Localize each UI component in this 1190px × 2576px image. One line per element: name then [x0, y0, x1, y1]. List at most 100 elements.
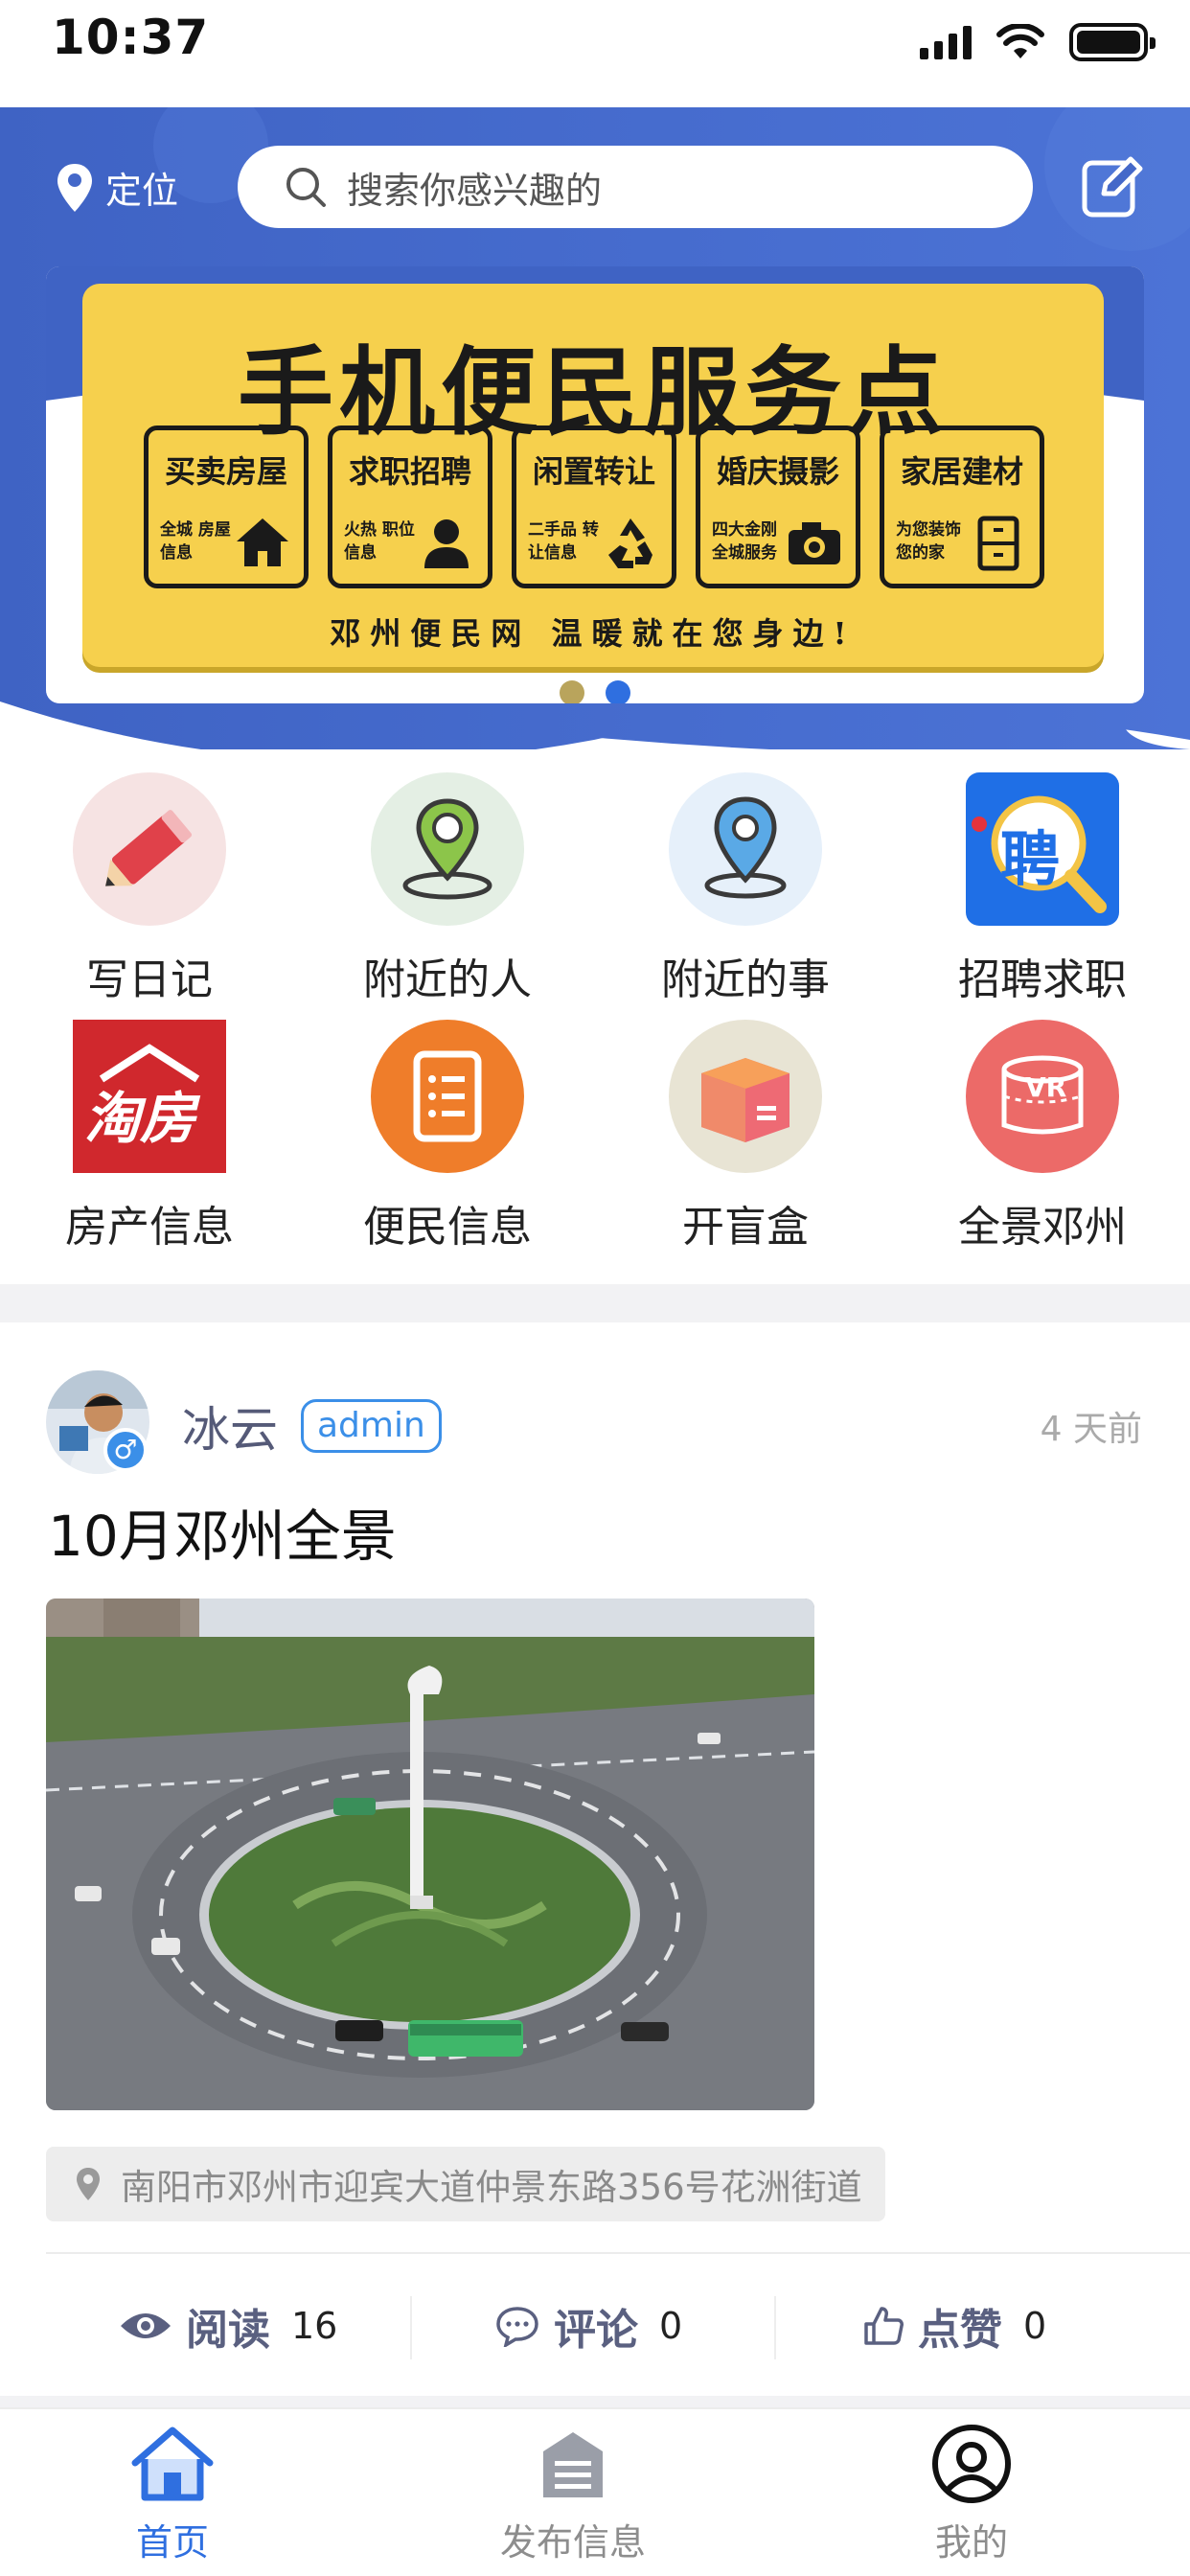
menu-item-vr-tour[interactable]: VR 全景邓州	[918, 1020, 1167, 1259]
recruit-icon-text: 聘	[1000, 824, 1061, 894]
cabinet-icon	[977, 516, 1019, 571]
recycle-icon	[608, 518, 652, 568]
post-stats: 阅读 16 评论 0 点赞 0	[0, 2273, 1190, 2379]
nearby-people-icon	[371, 772, 524, 926]
list-icon	[371, 1020, 524, 1173]
menu-label: 招聘求职	[958, 955, 1127, 1004]
banner-tile-decor: 家居建材 为您装饰 您的家	[880, 426, 1044, 588]
vr-icon-text: VR	[1025, 1071, 1067, 1103]
post-divider	[46, 2252, 1190, 2254]
banner-tile-photo: 婚庆摄影 四大金刚 全城服务	[696, 426, 860, 588]
section-divider	[0, 2396, 1190, 2407]
carousel-indicator	[560, 680, 630, 703]
tile-title: 求职招聘	[348, 453, 471, 490]
location-button[interactable]: 定位	[56, 161, 178, 214]
post-location[interactable]: 南阳市邓州市迎宾大道仲景东路356号花洲街道	[46, 2147, 885, 2221]
comment-count: 0	[659, 2305, 683, 2347]
section-divider	[0, 1284, 1190, 1322]
nearby-pin-icon	[669, 772, 822, 926]
read-count: 16	[291, 2305, 338, 2347]
real-estate-icon-text: 淘房	[84, 1086, 196, 1151]
house-icon	[237, 518, 288, 566]
tile-sub: 火热 职位信息	[344, 520, 415, 563]
publish-icon	[543, 2432, 603, 2497]
comment-label: 评论	[554, 2306, 638, 2355]
role-badge: admin	[301, 1399, 442, 1453]
quick-menu-grid: 写日记 附近的人 附近的事 聘 招聘求职 淘房 房产信息 便民信息 开盲盒 VR…	[0, 767, 1190, 1284]
menu-label: 房产信息	[65, 1203, 234, 1252]
carousel-dot[interactable]	[560, 680, 584, 703]
hero-header: 定位 搜索你感兴趣的 手机便民服务点 买卖房屋 全城 房屋信息 求职招聘 火热 …	[0, 107, 1190, 749]
edit-icon[interactable]	[1081, 155, 1144, 218]
tile-sub: 全城 房屋信息	[160, 520, 231, 563]
banner-tile-job: 求职招聘 火热 职位信息	[328, 426, 492, 588]
menu-item-nearby-people[interactable]: 附近的人	[323, 772, 572, 1012]
tab-profile[interactable]: 我的	[847, 2423, 1096, 2566]
thumbs-up-icon	[864, 2307, 904, 2345]
search-icon	[286, 168, 326, 207]
menu-item-nearby-events[interactable]: 附近的事	[621, 772, 870, 1012]
menu-label: 便民信息	[363, 1203, 532, 1252]
post-time: 4 天前	[1040, 1410, 1142, 1449]
menu-item-recruit[interactable]: 聘 招聘求职	[918, 772, 1167, 1012]
tab-label: 我的	[934, 2521, 1008, 2564]
banner-tile-secondhand: 闲置转让 二手品 转让信息	[512, 426, 676, 588]
menu-label: 附近的人	[363, 955, 532, 1004]
comment-button[interactable]: 评论 0	[494, 2273, 682, 2379]
promo-banner[interactable]: 手机便民服务点 买卖房屋 全城 房屋信息 求职招聘 火热 职位信息 闲置转让 二…	[46, 266, 1144, 703]
home-icon	[131, 2426, 214, 2501]
banner-card: 手机便民服务点 买卖房屋 全城 房屋信息 求职招聘 火热 职位信息 闲置转让 二…	[82, 284, 1104, 667]
battery-icon	[1069, 23, 1156, 61]
person-icon	[424, 519, 469, 568]
search-input[interactable]: 搜索你感兴趣的	[238, 146, 1033, 228]
tile-title: 家居建材	[900, 453, 1023, 490]
banner-slogan: 邓州便民网 温暖就在您身边!	[330, 615, 857, 652]
tile-title: 婚庆摄影	[716, 453, 839, 490]
carousel-dot-active[interactable]	[606, 680, 630, 703]
tile-sub: 为您装饰 您的家	[896, 520, 961, 563]
pencil-icon	[73, 772, 226, 926]
camera-icon	[789, 522, 840, 564]
comment-icon	[496, 2307, 538, 2347]
tab-label: 发布信息	[499, 2521, 646, 2564]
status-bar: 10:37	[0, 0, 1190, 107]
read-label: 阅读	[186, 2306, 270, 2355]
tile-title: 买卖房屋	[164, 453, 287, 490]
status-icons	[920, 21, 1156, 63]
tile-title: 闲置转让	[532, 453, 655, 490]
stat-divider	[410, 2296, 412, 2359]
feed-post[interactable]: ♂ 冰云 admin 4 天前 10月邓州全景 南阳市邓州市迎宾大道仲景东路35…	[0, 1322, 1190, 2396]
eye-icon	[121, 2313, 171, 2338]
post-title[interactable]: 10月邓州全景	[48, 1491, 397, 1572]
location-pin-icon	[77, 2168, 100, 2200]
like-button[interactable]: 点赞 0	[862, 2273, 1046, 2379]
menu-item-blind-box[interactable]: 开盲盒	[621, 1020, 870, 1259]
tab-home[interactable]: 首页	[48, 2423, 297, 2566]
menu-item-local-info[interactable]: 便民信息	[323, 1020, 572, 1259]
like-count: 0	[1023, 2305, 1047, 2347]
menu-item-diary[interactable]: 写日记	[25, 772, 274, 1012]
search-placeholder: 搜索你感兴趣的	[347, 169, 603, 212]
menu-item-real-estate[interactable]: 淘房 房产信息	[25, 1020, 274, 1259]
tab-publish[interactable]: 发布信息	[448, 2423, 698, 2566]
location-label: 定位	[105, 170, 179, 212]
read-stat[interactable]: 阅读 16	[119, 2273, 337, 2379]
tile-sub: 二手品 转让信息	[528, 520, 599, 563]
menu-label: 全景邓州	[958, 1203, 1127, 1252]
banner-tile-house: 买卖房屋 全城 房屋信息	[144, 426, 309, 588]
real-estate-icon: 淘房	[73, 1020, 226, 1173]
recruit-icon: 聘	[966, 772, 1119, 926]
banner-tiles: 买卖房屋 全城 房屋信息 求职招聘 火热 职位信息 闲置转让 二手品 转让信息 …	[144, 426, 1044, 588]
vr-icon: VR	[966, 1020, 1119, 1173]
wifi-icon	[996, 24, 1044, 58]
menu-label: 附近的事	[661, 955, 830, 1004]
post-author[interactable]: 冰云	[182, 1392, 278, 1460]
gender-male-icon: ♂	[103, 1428, 148, 1472]
stat-divider	[774, 2296, 776, 2359]
cellular-signal-icon	[920, 25, 972, 59]
post-image[interactable]	[46, 1598, 814, 2110]
like-label: 点赞	[918, 2306, 1002, 2355]
post-address: 南阳市邓州市迎宾大道仲景东路356号花洲街道	[121, 2167, 862, 2208]
blind-box-icon	[669, 1020, 822, 1173]
menu-label: 写日记	[86, 955, 213, 1004]
